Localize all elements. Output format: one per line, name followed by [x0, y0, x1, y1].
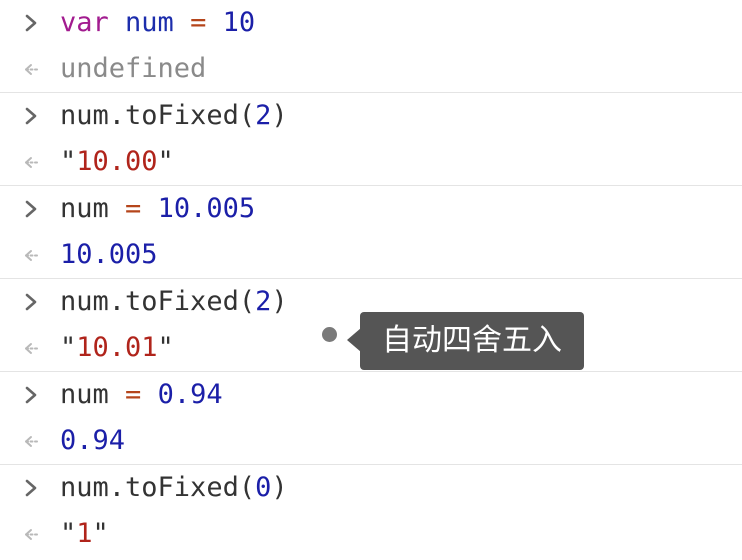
chevron-right-icon — [25, 14, 37, 32]
object-token: num — [60, 100, 109, 131]
chevron-right-icon — [25, 479, 37, 497]
input-code: var num = 10 — [60, 7, 255, 39]
return-arrow-icon — [25, 64, 40, 75]
operator-token: = — [190, 7, 207, 38]
annotation-dot-icon — [322, 327, 337, 342]
object-token: num — [60, 472, 109, 503]
console-entry: num = 10.005 10.005 — [0, 186, 742, 279]
return-arrow-icon — [25, 529, 40, 540]
number-token: 0.94 — [157, 379, 223, 410]
input-line[interactable]: num = 10.005 — [0, 186, 742, 232]
console-log: var num = 10 undefined num.toFixed(2) "1… — [0, 0, 742, 557]
input-code: num.toFixed(0) — [60, 472, 288, 504]
number-token: 2 — [255, 286, 272, 317]
output-value: "10.00" — [60, 146, 174, 178]
input-line[interactable]: num.toFixed(2) — [0, 93, 742, 139]
input-code: num = 10.005 — [60, 193, 255, 225]
return-arrow-icon — [25, 157, 40, 168]
output-line: 0.94 — [0, 418, 742, 464]
tooltip-pointer — [347, 328, 361, 352]
console-entry: var num = 10 undefined — [0, 0, 742, 93]
paren-token: ) — [271, 100, 288, 131]
number-token: 0 — [255, 472, 272, 503]
output-value: "10.01" — [60, 332, 174, 364]
quote-token: " — [60, 518, 77, 549]
input-code: num.toFixed(2) — [60, 286, 288, 318]
method-token: .toFixed( — [108, 286, 256, 317]
chevron-right-icon — [25, 386, 37, 404]
output-value: "1" — [60, 518, 109, 550]
tooltip-text: 自动四舍五入 — [360, 312, 584, 370]
quote-token: " — [60, 146, 77, 177]
number-token: 2 — [255, 100, 272, 131]
quote-token: " — [157, 332, 174, 363]
input-code: num = 0.94 — [60, 379, 223, 411]
input-line[interactable]: num = 0.94 — [0, 372, 742, 418]
variable-token: num — [60, 193, 109, 224]
output-line: 10.005 — [0, 232, 742, 278]
output-line: undefined — [0, 46, 742, 92]
method-token: .toFixed( — [108, 100, 256, 131]
input-line[interactable]: var num = 10 — [0, 0, 742, 46]
console-entry: num = 0.94 0.94 — [0, 372, 742, 465]
output-value: 0.94 — [60, 425, 126, 456]
number-token: 10 — [222, 7, 256, 38]
return-arrow-icon — [25, 436, 40, 447]
console-entry: num.toFixed(2) "10.00" — [0, 93, 742, 186]
chevron-right-icon — [25, 107, 37, 125]
method-token: .toFixed( — [108, 472, 256, 503]
string-token: 1 — [76, 518, 93, 549]
input-line[interactable]: num.toFixed(0) — [0, 465, 742, 511]
quote-token: " — [157, 146, 174, 177]
operator-token: = — [125, 379, 142, 410]
paren-token: ) — [271, 286, 288, 317]
console-entry: num.toFixed(0) "1" — [0, 465, 742, 557]
variable-token: num — [60, 379, 109, 410]
output-line: "1" — [0, 511, 742, 557]
output-value: 10.005 — [60, 239, 158, 270]
output-value: undefined — [60, 53, 207, 84]
return-arrow-icon — [25, 250, 40, 261]
variable-token: num — [125, 7, 174, 38]
keyword-token: var — [60, 7, 109, 38]
chevron-right-icon — [25, 200, 37, 218]
output-line: "10.00" — [0, 139, 742, 185]
number-token: 10.005 — [157, 193, 256, 224]
string-token: 10.01 — [76, 332, 158, 363]
chevron-right-icon — [25, 293, 37, 311]
quote-token: " — [60, 332, 77, 363]
input-code: num.toFixed(2) — [60, 100, 288, 132]
operator-token: = — [125, 193, 142, 224]
string-token: 10.00 — [76, 146, 158, 177]
quote-token: " — [92, 518, 109, 549]
object-token: num — [60, 286, 109, 317]
paren-token: ) — [271, 472, 288, 503]
return-arrow-icon — [25, 343, 40, 354]
